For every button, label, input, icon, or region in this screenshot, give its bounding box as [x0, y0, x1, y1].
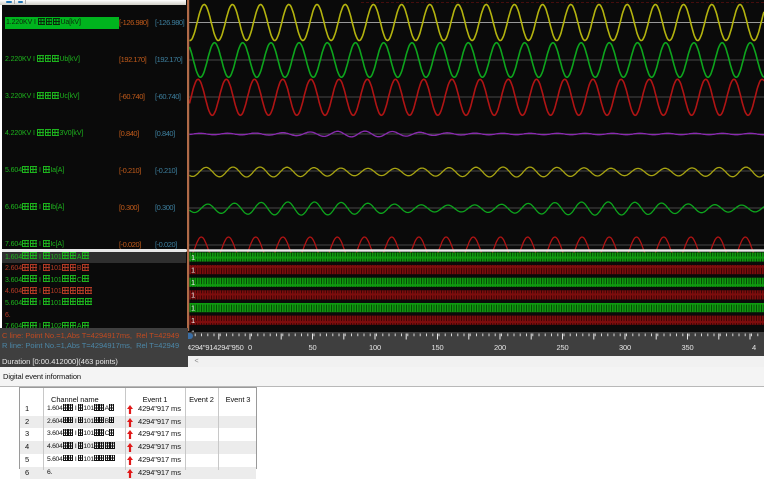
svg-text:1: 1: [191, 316, 195, 325]
svg-text:1: 1: [191, 265, 195, 274]
svg-text:1: 1: [191, 291, 195, 300]
svg-text:1: 1: [191, 303, 195, 312]
svg-text:1: 1: [191, 278, 195, 287]
svg-text:1: 1: [191, 253, 195, 262]
